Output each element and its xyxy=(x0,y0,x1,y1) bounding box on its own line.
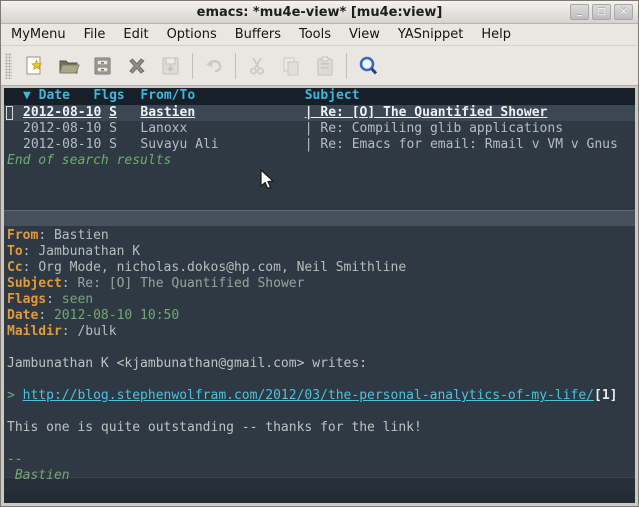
field-value-flags: seen xyxy=(62,292,93,307)
window-title: emacs: *mu4e-view* [mu4e:view] xyxy=(1,5,638,20)
sort-indicator-icon[interactable]: ▼ xyxy=(23,88,39,105)
window-controls: _ □ ✕ xyxy=(570,4,633,20)
toolbar-separator xyxy=(346,53,347,79)
menu-help[interactable]: Help xyxy=(481,27,511,42)
delete-button[interactable] xyxy=(120,50,154,82)
end-of-search-message: End of search results xyxy=(4,153,635,169)
undo-button[interactable] xyxy=(197,50,231,82)
headers-column-header: ▼ Date Flgs From/To Subject xyxy=(4,88,635,105)
copy-icon xyxy=(279,54,303,78)
field-value-to[interactable]: Jambunathan K xyxy=(38,244,140,259)
field-separator: : xyxy=(23,244,39,259)
field-separator: : xyxy=(62,324,78,339)
undo-icon xyxy=(202,54,226,78)
row-from: Lanoxx xyxy=(140,121,304,137)
close-button[interactable]: ✕ xyxy=(614,4,633,20)
cut-scissors-icon xyxy=(245,54,269,78)
field-separator: : xyxy=(46,292,62,307)
menu-buffers[interactable]: Buffers xyxy=(235,27,281,42)
toolbar-drag-handle[interactable] xyxy=(5,53,12,79)
body-hyperlink[interactable]: http://blog.stephenwolfram.com/2012/03/t… xyxy=(23,388,594,403)
field-value-from[interactable]: Bastien xyxy=(54,228,109,243)
delete-x-icon xyxy=(125,54,149,78)
menu-tools[interactable]: Tools xyxy=(299,27,331,42)
tool-bar xyxy=(1,46,638,86)
mu4e-headers-modeline[interactable]: *mu4e-headers* ( 1, 0) [All/275] [mu4e-h… xyxy=(4,210,635,226)
emacs-window: emacs: *mu4e-view* [mu4e:view] _ □ ✕ MyM… xyxy=(0,0,639,507)
field-label-maildir: Maildir xyxy=(7,324,62,339)
new-file-icon xyxy=(23,54,47,78)
body-writes-line: Jambunathan K <kjambunathan@gmail.com> w… xyxy=(7,356,635,372)
field-value-subject: Re: [O] The Quantified Shower xyxy=(77,276,304,291)
row-flags: S xyxy=(109,137,140,153)
field-separator: : xyxy=(38,308,54,323)
cut-button[interactable] xyxy=(240,50,274,82)
field-separator: : xyxy=(62,276,78,291)
minimize-button[interactable]: _ xyxy=(570,4,589,20)
column-date[interactable]: Date xyxy=(39,88,94,105)
link-footnote-number: [1] xyxy=(594,388,617,403)
save-as-button[interactable] xyxy=(154,50,188,82)
menu-file[interactable]: File xyxy=(84,27,106,42)
body-comment-line: This one is quite outstanding -- thanks … xyxy=(7,420,635,436)
mu4e-view-modeline[interactable]: *mu4e-view* ( 1, 0) [All/372] [mu4e:view… xyxy=(4,477,635,493)
title-bar[interactable]: emacs: *mu4e-view* [mu4e:view] _ □ ✕ xyxy=(1,1,638,24)
search-icon xyxy=(356,54,380,78)
field-separator: : xyxy=(23,260,39,275)
row-date: 2012-08-10 xyxy=(23,121,109,137)
menu-bar: MyMenu File Edit Options Buffers Tools V… xyxy=(1,24,638,46)
search-button[interactable] xyxy=(351,50,385,82)
field-value-maildir[interactable]: /bulk xyxy=(77,324,116,339)
field-label-cc: Cc xyxy=(7,260,23,275)
field-label-from: From xyxy=(7,228,38,243)
minibuffer[interactable] xyxy=(4,493,635,503)
save-as-icon xyxy=(159,54,183,78)
mouse-pointer-icon xyxy=(259,169,277,195)
open-folder-button[interactable] xyxy=(52,50,86,82)
mu4e-headers-buffer[interactable]: ▼ Date Flgs From/To Subject 2012-08-10 S… xyxy=(4,88,635,210)
message-row[interactable]: 2012-08-10 S Lanoxx | Re: Compiling glib… xyxy=(4,121,635,137)
column-from[interactable]: From/To xyxy=(140,88,304,105)
paste-button[interactable] xyxy=(308,50,342,82)
row-subject: | Re: Compiling glib applications xyxy=(305,121,563,137)
quote-prefix: > xyxy=(7,388,23,403)
column-subject[interactable]: Subject xyxy=(305,88,360,105)
toolbar-separator xyxy=(235,53,236,79)
save-icon xyxy=(91,54,115,78)
mu4e-view-buffer[interactable]: From: Bastien To: Jambunathan K Cc: Org … xyxy=(4,226,635,477)
field-label-flags: Flags xyxy=(7,292,46,307)
menu-mymenu[interactable]: MyMenu xyxy=(11,27,66,42)
message-row[interactable]: 2012-08-10 S Suvayu Ali | Re: Emacs for … xyxy=(4,137,635,153)
field-label-subject: Subject xyxy=(7,276,62,291)
signature-dashes: -- xyxy=(7,452,635,468)
open-folder-icon xyxy=(57,54,81,78)
row-date: 2012-08-10 xyxy=(23,137,109,153)
copy-button[interactable] xyxy=(274,50,308,82)
save-button[interactable] xyxy=(86,50,120,82)
row-from: Bastien xyxy=(140,105,304,121)
new-file-button[interactable] xyxy=(18,50,52,82)
field-value-cc[interactable]: Org Mode, nicholas.dokos@hp.com, Neil Sm… xyxy=(38,260,406,275)
field-label-date: Date xyxy=(7,308,38,323)
row-flags: S xyxy=(109,105,140,121)
menu-view[interactable]: View xyxy=(349,27,380,42)
paste-clipboard-icon xyxy=(313,54,337,78)
row-flags: S xyxy=(109,121,140,137)
row-from: Suvayu Ali xyxy=(140,137,304,153)
row-subject: | Re: Emacs for email: Rmail v VM v Gnus xyxy=(305,137,618,153)
row-date: 2012-08-10 xyxy=(23,105,109,121)
field-value-date: 2012-08-10 10:50 xyxy=(54,308,179,323)
maximize-button[interactable]: □ xyxy=(592,4,611,20)
toolbar-separator xyxy=(192,53,193,79)
menu-edit[interactable]: Edit xyxy=(123,27,148,42)
message-row-selected[interactable]: 2012-08-10 S Bastien | Re: [O] The Quant… xyxy=(4,105,635,121)
emacs-frame: ▼ Date Flgs From/To Subject 2012-08-10 S… xyxy=(4,88,635,503)
field-label-to: To xyxy=(7,244,23,259)
column-flags[interactable]: Flgs xyxy=(93,88,140,105)
field-separator: : xyxy=(38,228,54,243)
row-subject: | Re: [O] The Quantified Shower xyxy=(305,105,548,121)
text-cursor xyxy=(6,106,13,120)
menu-yasnippet[interactable]: YASnippet xyxy=(398,27,464,42)
menu-options[interactable]: Options xyxy=(167,27,217,42)
